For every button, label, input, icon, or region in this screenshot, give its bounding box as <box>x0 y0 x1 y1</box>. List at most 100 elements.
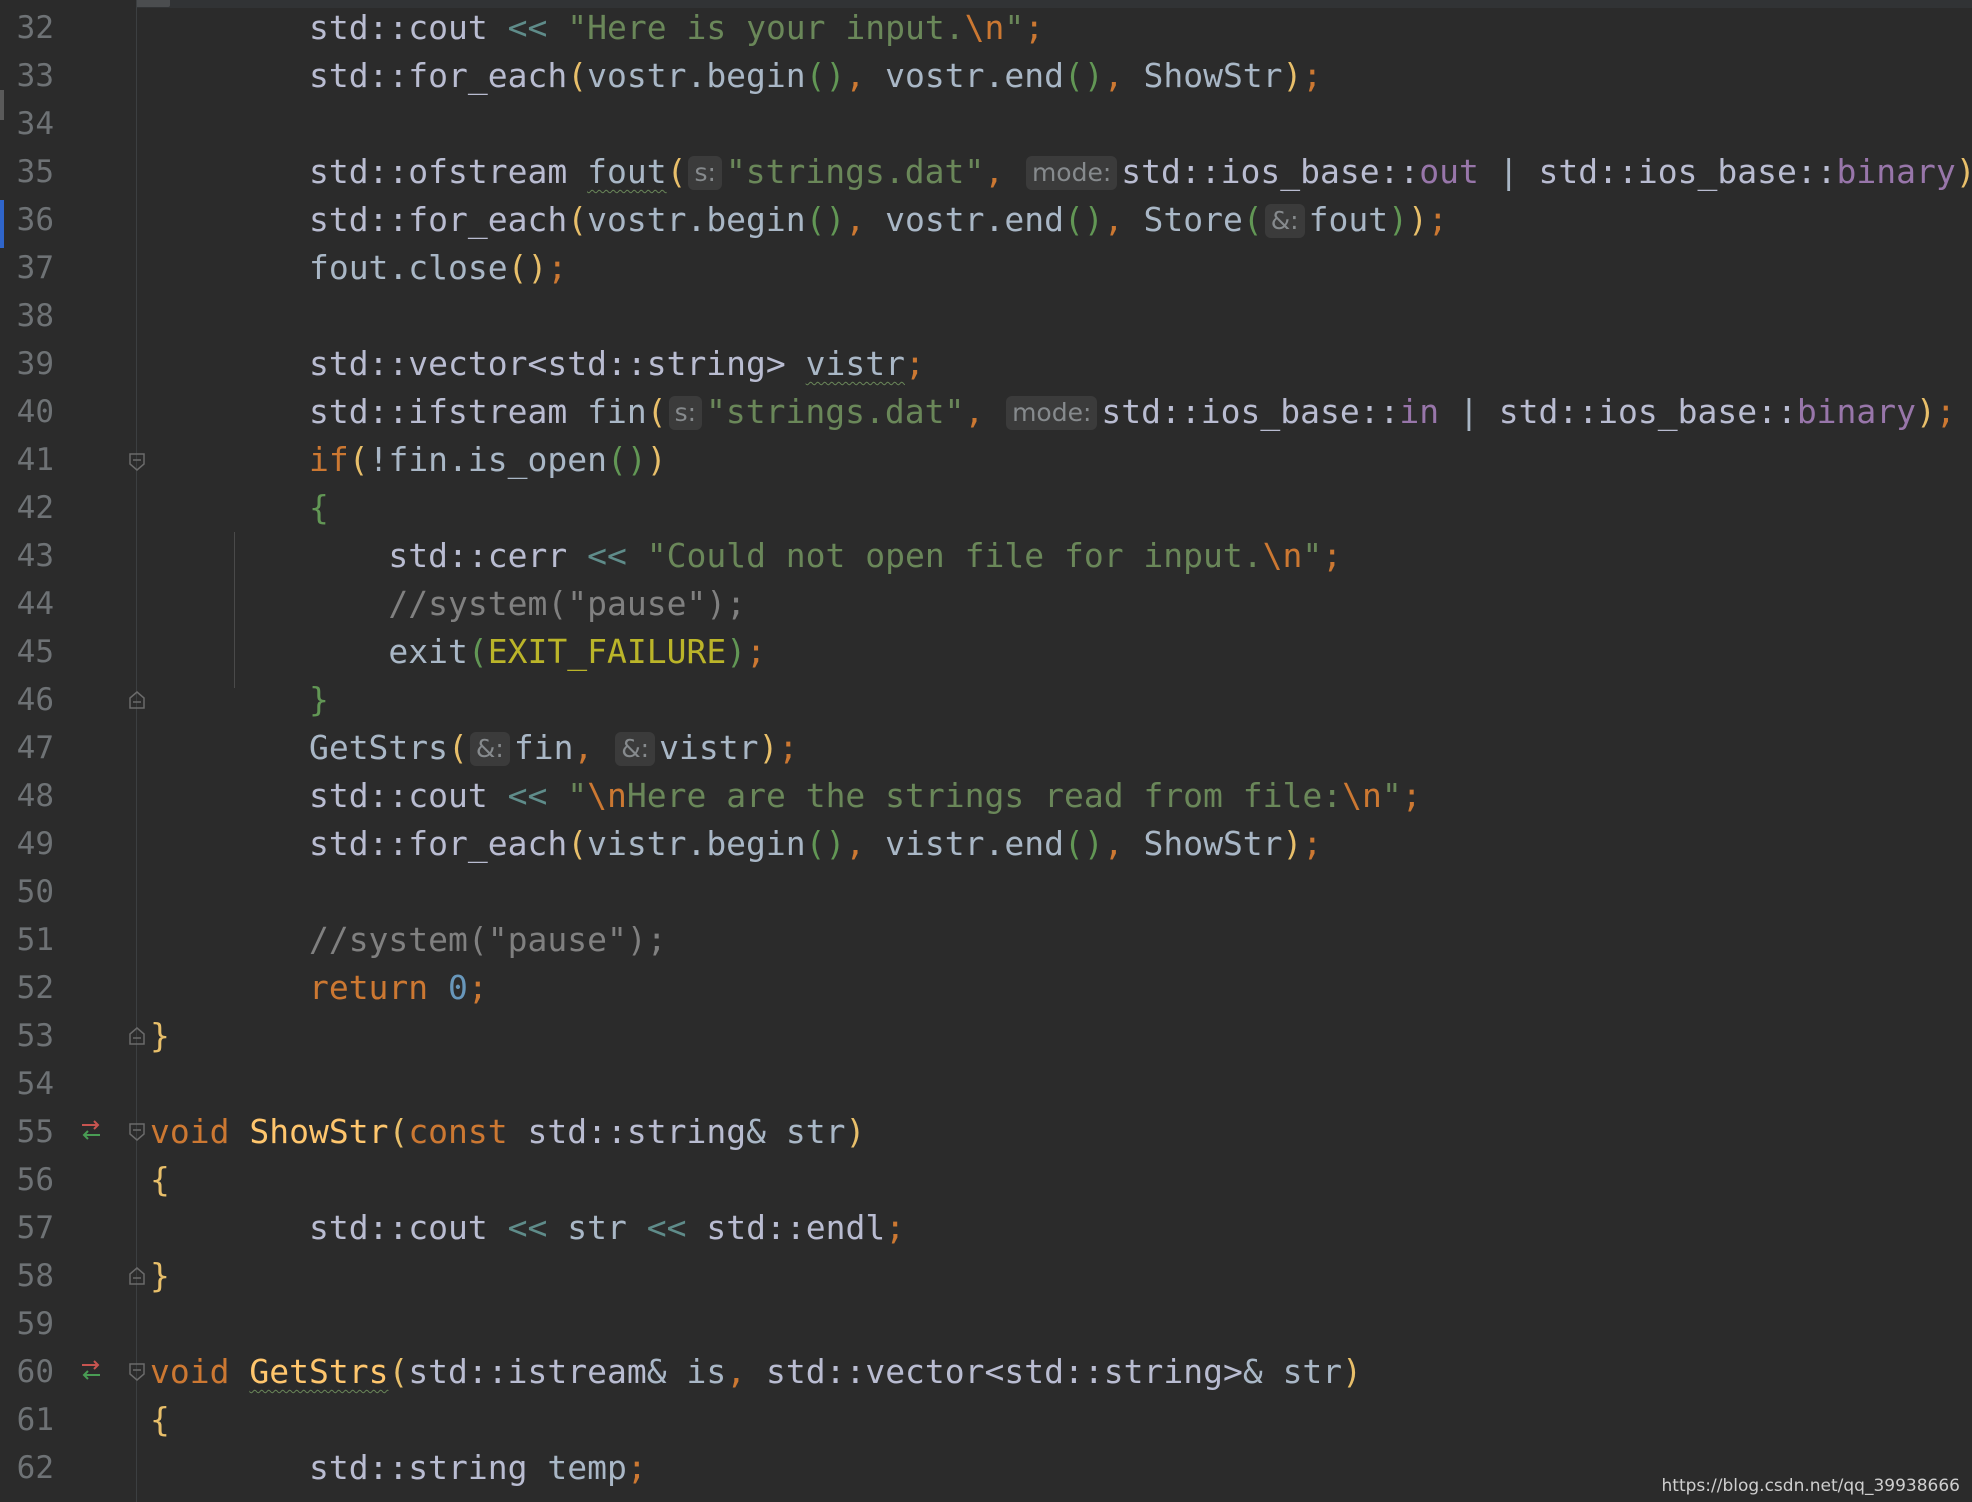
token: str <box>567 1208 627 1247</box>
code-line: { <box>150 1156 1972 1204</box>
line-number: 60 <box>16 1354 54 1390</box>
token: ShowStr <box>1143 824 1283 863</box>
token: std::string <box>527 1112 747 1151</box>
line-number: 49 <box>16 826 54 862</box>
code-line: std::vector<std::string> vistr; <box>308 344 925 383</box>
token: std::for_each <box>308 56 568 95</box>
token: fout <box>587 152 667 191</box>
fold-icon[interactable] <box>128 1122 146 1142</box>
token: std::cout <box>308 8 488 47</box>
line-number: 33 <box>16 58 54 94</box>
code-line: std::ifstream fin(s: "strings.dat", mode:… <box>308 392 1956 431</box>
token: \n <box>1262 536 1303 575</box>
line-number: 57 <box>16 1210 54 1246</box>
token: std::ofstream <box>308 152 568 191</box>
token: } <box>150 1016 170 1055</box>
token: "strings.dat" <box>725 152 985 191</box>
comment: //system("pause"); <box>388 584 747 623</box>
token: 0 <box>448 968 468 1007</box>
token: exit <box>388 632 468 671</box>
token: } <box>308 680 329 719</box>
token: fout <box>1308 200 1389 239</box>
token: << <box>507 1208 548 1247</box>
token: fin <box>587 392 647 431</box>
line-number: 42 <box>16 490 54 526</box>
code-line: std::for_each(vistr.begin(), vistr.end()… <box>308 824 1323 863</box>
line-number: 47 <box>16 730 54 766</box>
line-number: 53 <box>16 1018 54 1054</box>
watermark: https://blog.csdn.net/qq_39938666 <box>1661 1476 1960 1496</box>
line-number: 50 <box>16 874 54 910</box>
fold-icon[interactable] <box>128 1362 146 1382</box>
token: vostr.begin <box>587 56 806 95</box>
fold-end-icon[interactable] <box>128 1026 146 1046</box>
token: } <box>150 1256 170 1295</box>
line-number: 46 <box>16 682 54 718</box>
token: !fin.is_open <box>368 440 607 479</box>
code-line: { <box>150 1396 1972 1444</box>
code-line: return 0; <box>308 968 488 1007</box>
token: std::ios_base:: <box>1101 392 1400 431</box>
token: \n <box>587 776 627 815</box>
token: GetStrs <box>249 1352 389 1391</box>
token: fout.close <box>308 248 508 287</box>
code-line: void GetStrs(std::istream& is, std::vect… <box>150 1352 1363 1391</box>
token: std::istream <box>408 1352 647 1391</box>
token: << <box>646 1208 687 1247</box>
token: " <box>1381 776 1402 815</box>
comment: //system("pause"); <box>308 920 667 959</box>
token: std::ios_base:: <box>1538 152 1837 191</box>
line-number: 44 <box>16 586 54 622</box>
token: std::string <box>308 1448 528 1487</box>
code-line: } <box>150 1252 1972 1300</box>
token: ShowStr <box>249 1112 389 1151</box>
line-number: 55 <box>16 1114 54 1150</box>
code-line: std::cerr << "Could not open file for in… <box>388 536 1343 575</box>
token: return <box>308 968 429 1007</box>
override-arrows-icon[interactable] <box>78 1118 104 1142</box>
token: str <box>1282 1352 1343 1391</box>
token: << <box>507 776 548 815</box>
code-line: } <box>150 1012 1972 1060</box>
token: vistr.end <box>885 824 1064 863</box>
token: " <box>1302 536 1323 575</box>
line-number: 54 <box>16 1066 54 1102</box>
parameter-hint: mode: <box>1006 396 1098 430</box>
token: "Here is your input. <box>567 8 965 47</box>
token: EXIT_FAILURE <box>487 632 727 671</box>
code-line: if(!fin.is_open()) <box>308 440 667 479</box>
parameter-hint: &: <box>615 732 656 766</box>
token: void <box>150 1352 230 1391</box>
code-line: GetStrs(&: fin, &: vistr); <box>308 728 799 767</box>
code-line: void ShowStr(const std::string& str) <box>150 1112 866 1151</box>
line-number: 36 <box>16 202 54 238</box>
parameter-hint: s: <box>688 156 722 190</box>
token: vostr.end <box>885 200 1064 239</box>
fold-icon[interactable] <box>128 452 146 472</box>
token: { <box>150 1400 170 1439</box>
token: "strings.dat" <box>706 392 965 431</box>
token: ShowStr <box>1143 56 1283 95</box>
override-arrows-icon[interactable] <box>78 1358 104 1382</box>
token: std::cout <box>308 776 488 815</box>
line-number: 43 <box>16 538 54 574</box>
token: std::for_each <box>308 824 568 863</box>
line-number: 38 <box>16 298 54 334</box>
line-number: 34 <box>16 106 54 142</box>
parameter-hint: &: <box>1264 204 1305 238</box>
token: \n <box>1342 776 1382 815</box>
line-number: 59 <box>16 1306 54 1342</box>
code-area[interactable]: std::cout << "Here is your input.\n"; st… <box>150 4 1972 1492</box>
token: { <box>308 488 329 527</box>
token: const <box>408 1112 508 1151</box>
code-line: fout.close(); <box>308 248 568 287</box>
fold-end-icon[interactable] <box>128 690 146 710</box>
token: binary <box>1796 392 1917 431</box>
token: out <box>1419 152 1479 191</box>
token: std::cerr <box>388 536 568 575</box>
fold-end-icon[interactable] <box>128 1266 146 1286</box>
token: fin <box>513 728 574 767</box>
